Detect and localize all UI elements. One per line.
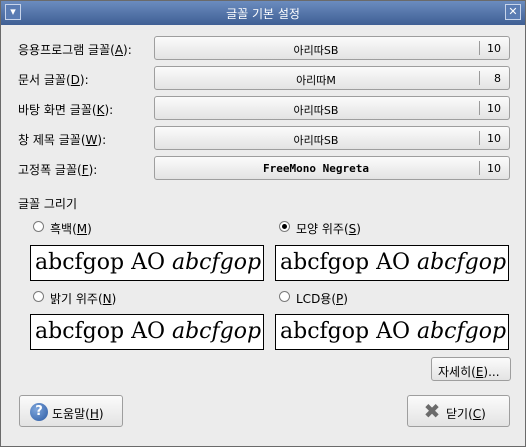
- font-size: 10: [487, 162, 501, 175]
- window-title-font-label: 창 제목 글꼴(W):: [18, 133, 107, 147]
- preview-monochrome[interactable]: abcfgop AO abcfgop: [30, 245, 264, 281]
- radio-label: 모양 위주(S): [296, 222, 361, 236]
- separator: [479, 131, 480, 145]
- details-button-label: 자세히(E)...: [438, 365, 500, 379]
- close-button[interactable]: ✖ 닫기(C): [407, 395, 510, 427]
- font-name: 아리따SB: [293, 104, 339, 117]
- document-font-button[interactable]: 아리따M 8: [154, 66, 510, 90]
- radio-subpixel-lcd[interactable]: LCD용(P): [279, 290, 399, 306]
- radio-monochrome[interactable]: 흑백(M): [33, 220, 153, 236]
- fixed-width-font-label: 고정폭 글꼴(F):: [18, 163, 98, 177]
- font-size: 10: [487, 132, 501, 145]
- close-button-label: 닫기(C): [446, 407, 486, 421]
- font-name: 아리따SB: [293, 134, 339, 147]
- window-title-font-button[interactable]: 아리따SB 10: [154, 126, 510, 150]
- font-name: 아리따M: [296, 74, 336, 87]
- font-name: 아리따SB: [293, 44, 339, 57]
- separator: [479, 161, 480, 175]
- preview-subpixel-lcd[interactable]: abcfgop AO abcfgop: [275, 314, 509, 350]
- font-name: FreeMono Negreta: [263, 162, 369, 175]
- separator: [479, 41, 480, 55]
- font-rendering-heading: 글꼴 그리기: [18, 197, 78, 211]
- radio-indicator: [33, 221, 44, 232]
- radio-label: LCD용(P): [296, 292, 348, 306]
- radio-best-shapes[interactable]: 모양 위주(S): [279, 220, 399, 236]
- window-close-icon[interactable]: ✕: [505, 4, 521, 20]
- application-font-button[interactable]: 아리따SB 10: [154, 36, 510, 60]
- fixed-width-font-button[interactable]: FreeMono Negreta 10: [154, 156, 510, 180]
- preview-best-shapes[interactable]: abcfgop AO abcfgop: [275, 245, 509, 281]
- help-button-label: 도움말(H): [52, 407, 104, 421]
- close-icon: ✖: [423, 399, 441, 423]
- radio-label: 밝기 위주(N): [50, 292, 117, 306]
- document-font-label: 문서 글꼴(D):: [18, 73, 89, 87]
- separator: [479, 71, 480, 85]
- title-bar[interactable]: ▾ 글꼴 기본 설정 ✕: [1, 1, 525, 25]
- help-button[interactable]: ? 도움말(H): [19, 395, 123, 427]
- preview-best-contrast[interactable]: abcfgop AO abcfgop: [30, 314, 264, 350]
- radio-label: 흑백(M): [50, 222, 92, 236]
- radio-best-contrast[interactable]: 밝기 위주(N): [33, 290, 153, 306]
- radio-indicator: [279, 291, 290, 302]
- desktop-font-label: 바탕 화면 글꼴(K):: [18, 103, 114, 117]
- font-size: 8: [494, 72, 501, 85]
- font-size: 10: [487, 102, 501, 115]
- font-preferences-window: ▾ 글꼴 기본 설정 ✕ 응용프로그램 글꼴(A): 아리따SB 10 문서 글…: [0, 0, 526, 447]
- separator: [479, 101, 480, 115]
- radio-indicator: [279, 221, 290, 232]
- window-title: 글꼴 기본 설정: [226, 7, 300, 21]
- font-size: 10: [487, 42, 501, 55]
- desktop-font-button[interactable]: 아리따SB 10: [154, 96, 510, 120]
- details-button[interactable]: 자세히(E)...: [431, 357, 511, 381]
- application-font-label: 응용프로그램 글꼴(A):: [18, 43, 132, 57]
- radio-indicator: [33, 291, 44, 302]
- help-icon: ?: [30, 403, 48, 421]
